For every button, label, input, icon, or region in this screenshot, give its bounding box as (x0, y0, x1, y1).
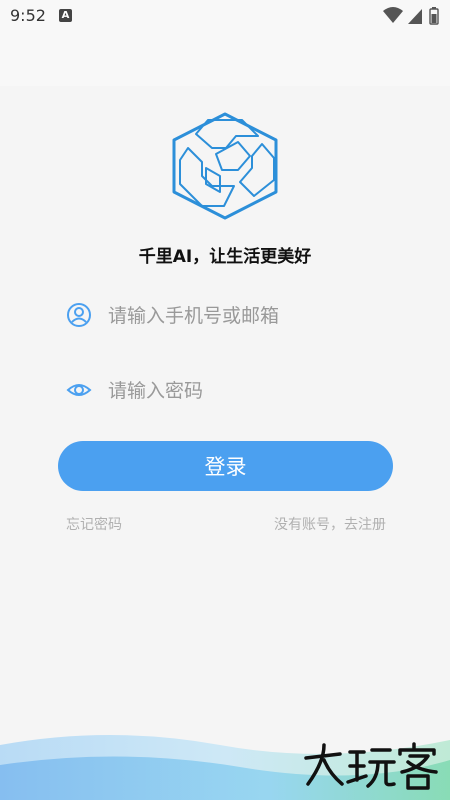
phone-email-input[interactable] (106, 297, 390, 335)
status-icons (383, 7, 439, 25)
password-field-row (66, 372, 396, 410)
battery-icon (429, 7, 439, 25)
notification-badge: A (59, 9, 72, 22)
login-button[interactable]: 登录 (58, 441, 393, 491)
status-time: 9:52 (10, 6, 46, 25)
phone-email-field-row (66, 297, 396, 335)
wifi-icon (383, 7, 403, 23)
eye-icon[interactable] (66, 377, 92, 403)
status-bar: 9:52 A (0, 0, 450, 32)
forgot-password-link[interactable]: 忘记密码 (66, 514, 122, 534)
app-logo (172, 112, 278, 220)
password-input[interactable] (106, 372, 390, 410)
header-band (0, 32, 450, 86)
watermark-logo (304, 742, 438, 790)
signal-icon (408, 9, 422, 24)
register-link[interactable]: 没有账号，去注册 (274, 514, 386, 534)
user-circle-icon (67, 303, 91, 327)
app-tagline: 千里AI，让生活更美好 (138, 247, 312, 267)
